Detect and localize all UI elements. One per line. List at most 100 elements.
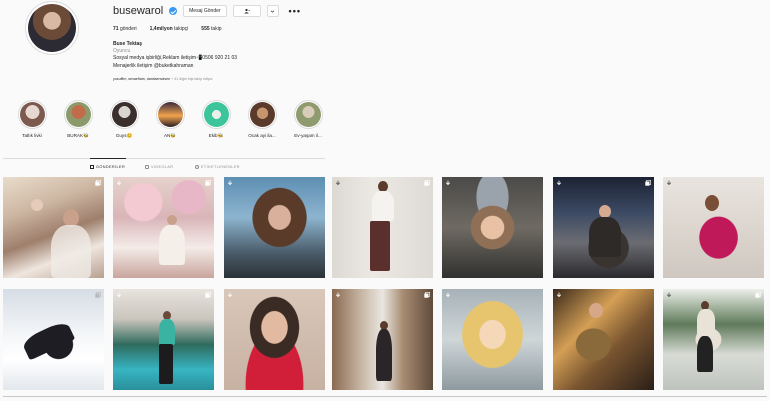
post-tile[interactable]: [3, 177, 104, 278]
multi-photo-icon: [95, 292, 101, 298]
highlight-item[interactable]: Ocak ayi ila...: [242, 100, 282, 138]
post-tile[interactable]: [663, 289, 764, 390]
download-icon[interactable]: [116, 292, 122, 298]
following-stat[interactable]: 555 takip: [201, 26, 221, 32]
tab-videos-label: VİDEOLAR: [151, 165, 174, 169]
suggested-accounts-button[interactable]: [266, 5, 279, 17]
highlight-image: [295, 102, 321, 127]
highlight-item[interactable]: Guys😊: [104, 100, 144, 139]
post-tile[interactable]: [3, 289, 104, 390]
post-tile[interactable]: [553, 177, 654, 278]
more-options-icon[interactable]: •••: [289, 6, 301, 16]
post-tile[interactable]: [113, 289, 214, 390]
tab-tagged-label: ETİKETLENENLER: [201, 165, 240, 169]
post-figure: [159, 344, 173, 384]
highlight-item[interactable]: Ev-yaşam il...: [288, 100, 328, 138]
post-figure: [20, 319, 76, 361]
post-figure: [589, 303, 603, 318]
highlight-ring: [63, 100, 93, 129]
posts-stat: 71 gönderi: [113, 26, 137, 32]
highlight-label: AN🐝: [163, 133, 177, 138]
post-figure: [372, 191, 394, 221]
multi-photo-icon: [205, 292, 211, 298]
post-figure: [705, 195, 719, 211]
profile-stats: 71 gönderi 1,4milyon takipçi 555 takip: [113, 26, 222, 32]
video-icon: [145, 165, 149, 169]
post-figure: [51, 225, 91, 278]
post-figure: [159, 225, 185, 265]
followers-stat[interactable]: 1,4milyon takipçi: [150, 26, 189, 32]
tab-videos[interactable]: VİDEOLAR: [145, 165, 173, 169]
following-label: takip: [211, 26, 222, 32]
following-count: 555: [201, 26, 210, 32]
post-tile[interactable]: [553, 289, 654, 390]
person-check-icon: [244, 8, 250, 14]
post-tile[interactable]: [113, 177, 214, 278]
highlight-label: Guys😊: [115, 133, 133, 138]
followers-label: takipçi: [174, 26, 189, 32]
download-icon[interactable]: [227, 292, 233, 298]
highlight-image: [203, 102, 229, 127]
highlight-image: [111, 102, 137, 127]
multi-photo-icon: [424, 292, 430, 298]
post-tile[interactable]: [442, 289, 543, 390]
tab-posts[interactable]: GÖNDERİLER: [90, 165, 125, 169]
post-figure: [697, 309, 715, 337]
post-tile[interactable]: [442, 177, 543, 278]
post-tile[interactable]: [224, 289, 325, 390]
highlight-image: [19, 102, 45, 127]
download-icon[interactable]: [666, 180, 672, 186]
post-figure: [159, 319, 175, 345]
highlight-ring: [201, 100, 231, 129]
post-tile[interactable]: [663, 177, 764, 278]
story-highlights: Tatlık livki BURAK🐝 Guys😊 AN🐝 Ekib🐝 Ocak…: [0, 100, 340, 140]
post-figure: [376, 329, 392, 381]
download-icon[interactable]: [666, 292, 672, 298]
highlight-label: Ev-yaşam il...: [294, 133, 322, 138]
bio-line-1: Sosyal medya işbirliği,Reklam iletişim📲0…: [113, 55, 238, 62]
tab-posts-label: GÖNDERİLER: [96, 165, 126, 169]
post-figure: [31, 199, 43, 211]
post-tile[interactable]: [224, 177, 325, 278]
tabs-divider: [3, 158, 325, 159]
grid-icon: [90, 165, 94, 169]
post-figure: [167, 215, 177, 225]
verified-badge-icon: [169, 7, 178, 15]
download-icon[interactable]: [556, 292, 562, 298]
multi-photo-icon: [424, 180, 430, 186]
highlight-ring: [155, 100, 185, 129]
followed-by[interactable]: yusufflm, sevaeflatn, damlaenvdsee + 41 …: [113, 77, 213, 81]
highlight-item[interactable]: Ekib🐝: [196, 100, 236, 139]
download-icon[interactable]: [556, 180, 562, 186]
download-icon[interactable]: [335, 292, 341, 298]
highlight-ring: [109, 100, 139, 129]
profile-full-name: Buse Tektaş: [113, 41, 143, 47]
post-tile[interactable]: [332, 177, 433, 278]
username-row: busewarol Mesaj Gönder •••: [113, 4, 301, 18]
tab-tagged[interactable]: ETİKETLENENLER: [195, 165, 240, 169]
followed-by-names: yusufflm, sevaeflatn, damlaenvdsee: [113, 77, 171, 81]
download-icon[interactable]: [445, 180, 451, 186]
following-button[interactable]: [232, 5, 261, 17]
download-icon[interactable]: [227, 180, 233, 186]
profile-bio: Buse Tektaş Oyuncu Sosyal medya işbirliğ…: [113, 41, 353, 70]
posts-label: gönderi: [119, 26, 137, 32]
post-figure: [370, 221, 390, 271]
highlight-item[interactable]: AN🐝: [150, 100, 190, 139]
highlight-item[interactable]: BURAK🐝: [58, 100, 98, 139]
download-icon[interactable]: [116, 180, 122, 186]
multi-photo-icon: [755, 292, 761, 298]
highlight-item[interactable]: Tatlık livki: [12, 100, 52, 138]
post-tile[interactable]: [332, 289, 433, 390]
followed-by-more: + 41 diğer kişi takip ediyor: [171, 77, 213, 81]
posts-count: 71: [113, 26, 119, 32]
highlight-label: BURAK🐝: [67, 133, 89, 138]
download-icon[interactable]: [445, 292, 451, 298]
highlight-label: Tatlık livki: [22, 133, 42, 138]
active-tab-indicator: [90, 158, 126, 159]
multi-photo-icon: [645, 180, 651, 186]
highlight-image: [157, 102, 183, 127]
download-icon[interactable]: [335, 180, 341, 186]
message-button[interactable]: Mesaj Gönder: [183, 5, 227, 17]
profile-avatar[interactable]: [25, 1, 79, 55]
